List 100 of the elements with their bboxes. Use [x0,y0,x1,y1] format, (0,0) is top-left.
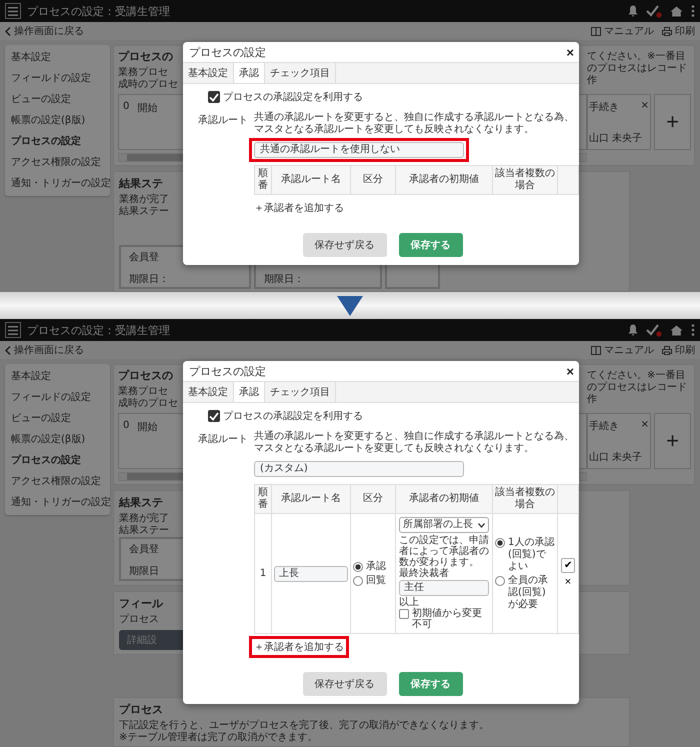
section-heading: プロセスの [118,368,174,383]
radio-label: 回覧 [366,574,386,586]
sidebar-item[interactable]: アクセス権限の設定 [5,152,110,173]
column-header: 区分 [350,484,396,514]
description-line: ※テーブル管理者は完了の取消ができます。 [119,732,318,744]
menu-icon [8,6,18,16]
tab[interactable]: チェック項目 [265,63,336,83]
sidebar-item[interactable]: ビューの設定 [5,408,110,429]
tab[interactable]: チェック項目 [265,382,336,402]
add-process-button[interactable]: + [654,413,691,469]
sidebar-item[interactable]: アクセス権限の設定 [5,471,110,492]
sidebar-item[interactable]: フィールドの設定 [5,68,110,89]
due-date-label: 期限日 [129,564,160,578]
cancel-button[interactable]: 保存せず戻る [302,672,386,696]
save-button[interactable]: 保存する [398,233,462,257]
book-icon [591,26,601,36]
bell-icon[interactable] [628,324,638,336]
route-field[interactable]: (カスタム) [254,461,464,477]
cancel-button[interactable]: 保存せず戻る [302,233,386,257]
printer-icon [662,346,672,354]
down-arrow-icon [337,296,363,316]
section-heading: プロセスの [118,49,174,64]
tab[interactable]: 承認 [234,382,265,402]
description-line: 成時のプロセ [118,398,178,410]
sidebar-item[interactable]: プロセスの設定 [5,131,110,152]
more-icon[interactable] [691,324,695,336]
back-link[interactable]: 操作画面に戻る [5,343,84,357]
checkbox[interactable] [208,91,220,103]
field-label: 最終決裁者 [399,568,450,579]
final-approver-field[interactable]: 主任 [399,580,489,596]
due-date-label: 期限日： [129,272,170,286]
check-icon[interactable] [646,4,662,18]
route-field[interactable]: 共通の承認ルートを使用しない [254,142,464,158]
close-button[interactable]: × [640,419,649,433]
table-cell: 1 [254,514,272,634]
column-header: 順番 [254,166,272,194]
radio-button[interactable] [353,576,363,586]
user-name: 山口 未央子 [589,450,644,464]
sidebar-item[interactable]: 基本設定 [5,47,110,68]
close-button[interactable]: × [566,364,574,378]
column-header: 承認者の初期値 [396,166,492,194]
sidebar-item[interactable]: 通知・トリガーの設定 [5,492,110,513]
checkbox-label: プロセスの承認設定を利用する [223,410,363,423]
radio-button[interactable] [353,562,363,572]
step-name: 開始 [137,421,158,435]
radio-label: 全員の承認(回覧)が必要 [508,574,549,610]
route-note: 共通の承認ルートを変更すると、独自に作成する承認ルートとなる為、マスタとなる承認ルートを変更しても反映されなくなります。 [254,431,575,455]
sidebar-item[interactable]: 帳票の設定(β版) [5,429,110,450]
sidebar-item[interactable]: ビューの設定 [5,89,110,110]
sidebar-item[interactable]: 帳票の設定(β版) [5,110,110,131]
sidebar-item[interactable]: フィールドの設定 [5,387,110,408]
add-process-button[interactable]: + [654,94,691,150]
confirm-button[interactable]: ✔ [561,558,575,573]
print-link[interactable]: 印刷 [662,24,695,38]
manual-link[interactable]: マニュアル [591,343,654,357]
checkbox-label: 初期値から変更不可 [412,608,483,630]
column-header: 承認者の初期値 [396,484,492,514]
description-line: 結果ステー [119,525,169,537]
section-heading: 結果ステ [119,495,163,510]
column-header: 承認ルート名 [272,166,350,194]
check-icon[interactable] [646,324,662,336]
bell-icon[interactable] [628,5,638,17]
save-button[interactable]: 保存する [398,672,462,696]
suffix-label: 以上 [399,597,419,608]
sidebar-item[interactable]: 基本設定 [5,366,110,387]
chevron-left-icon [5,26,11,36]
remove-button[interactable]: × [564,576,572,588]
menu-button[interactable] [5,322,21,338]
step-number: 0 [123,101,130,114]
section-heading: フィール [119,596,163,611]
page-title: プロセスの設定：受講生管理 [27,4,170,18]
radio-button[interactable] [495,538,505,548]
sidebar-item[interactable]: 通知・トリガーの設定 [5,173,110,194]
approver-select[interactable]: 所属部署の上長 [399,517,489,533]
description-line: 結果ステー [119,206,169,218]
approver-note: この設定では、申請者によって承認者の数が変わります。 [399,535,489,568]
column-header: 該当者複数の場合 [492,166,558,194]
home-icon[interactable] [670,6,683,16]
menu-button[interactable] [5,3,21,19]
home-icon[interactable] [670,324,683,336]
manual-link[interactable]: マニュアル [591,24,654,38]
tab[interactable]: 承認 [234,63,265,83]
column-header: 区分 [350,166,396,194]
card-title: 会員登 [129,251,160,264]
radio-label: 1人の承認(回覧)でよい [508,536,555,572]
route-name-field[interactable]: 上長 [274,566,348,582]
close-button[interactable]: × [640,100,649,114]
more-icon[interactable] [691,5,695,17]
add-approver-link[interactable]: ＋承認者を追加する [254,642,344,653]
checkbox-label: プロセスの承認設定を利用する [223,90,363,104]
checkbox[interactable] [399,609,409,619]
checkbox[interactable] [208,410,220,422]
print-link[interactable]: 印刷 [662,343,695,357]
back-link[interactable]: 操作画面に戻る [5,24,84,38]
sidebar-item[interactable]: プロセスの設定 [5,450,110,471]
column-header: 承認ルート名 [272,484,350,514]
radio-button[interactable] [495,576,505,586]
close-button[interactable]: × [566,46,574,60]
card-title: 会員登 [129,543,160,556]
add-approver-link[interactable]: ＋承認者を追加する [254,203,344,214]
